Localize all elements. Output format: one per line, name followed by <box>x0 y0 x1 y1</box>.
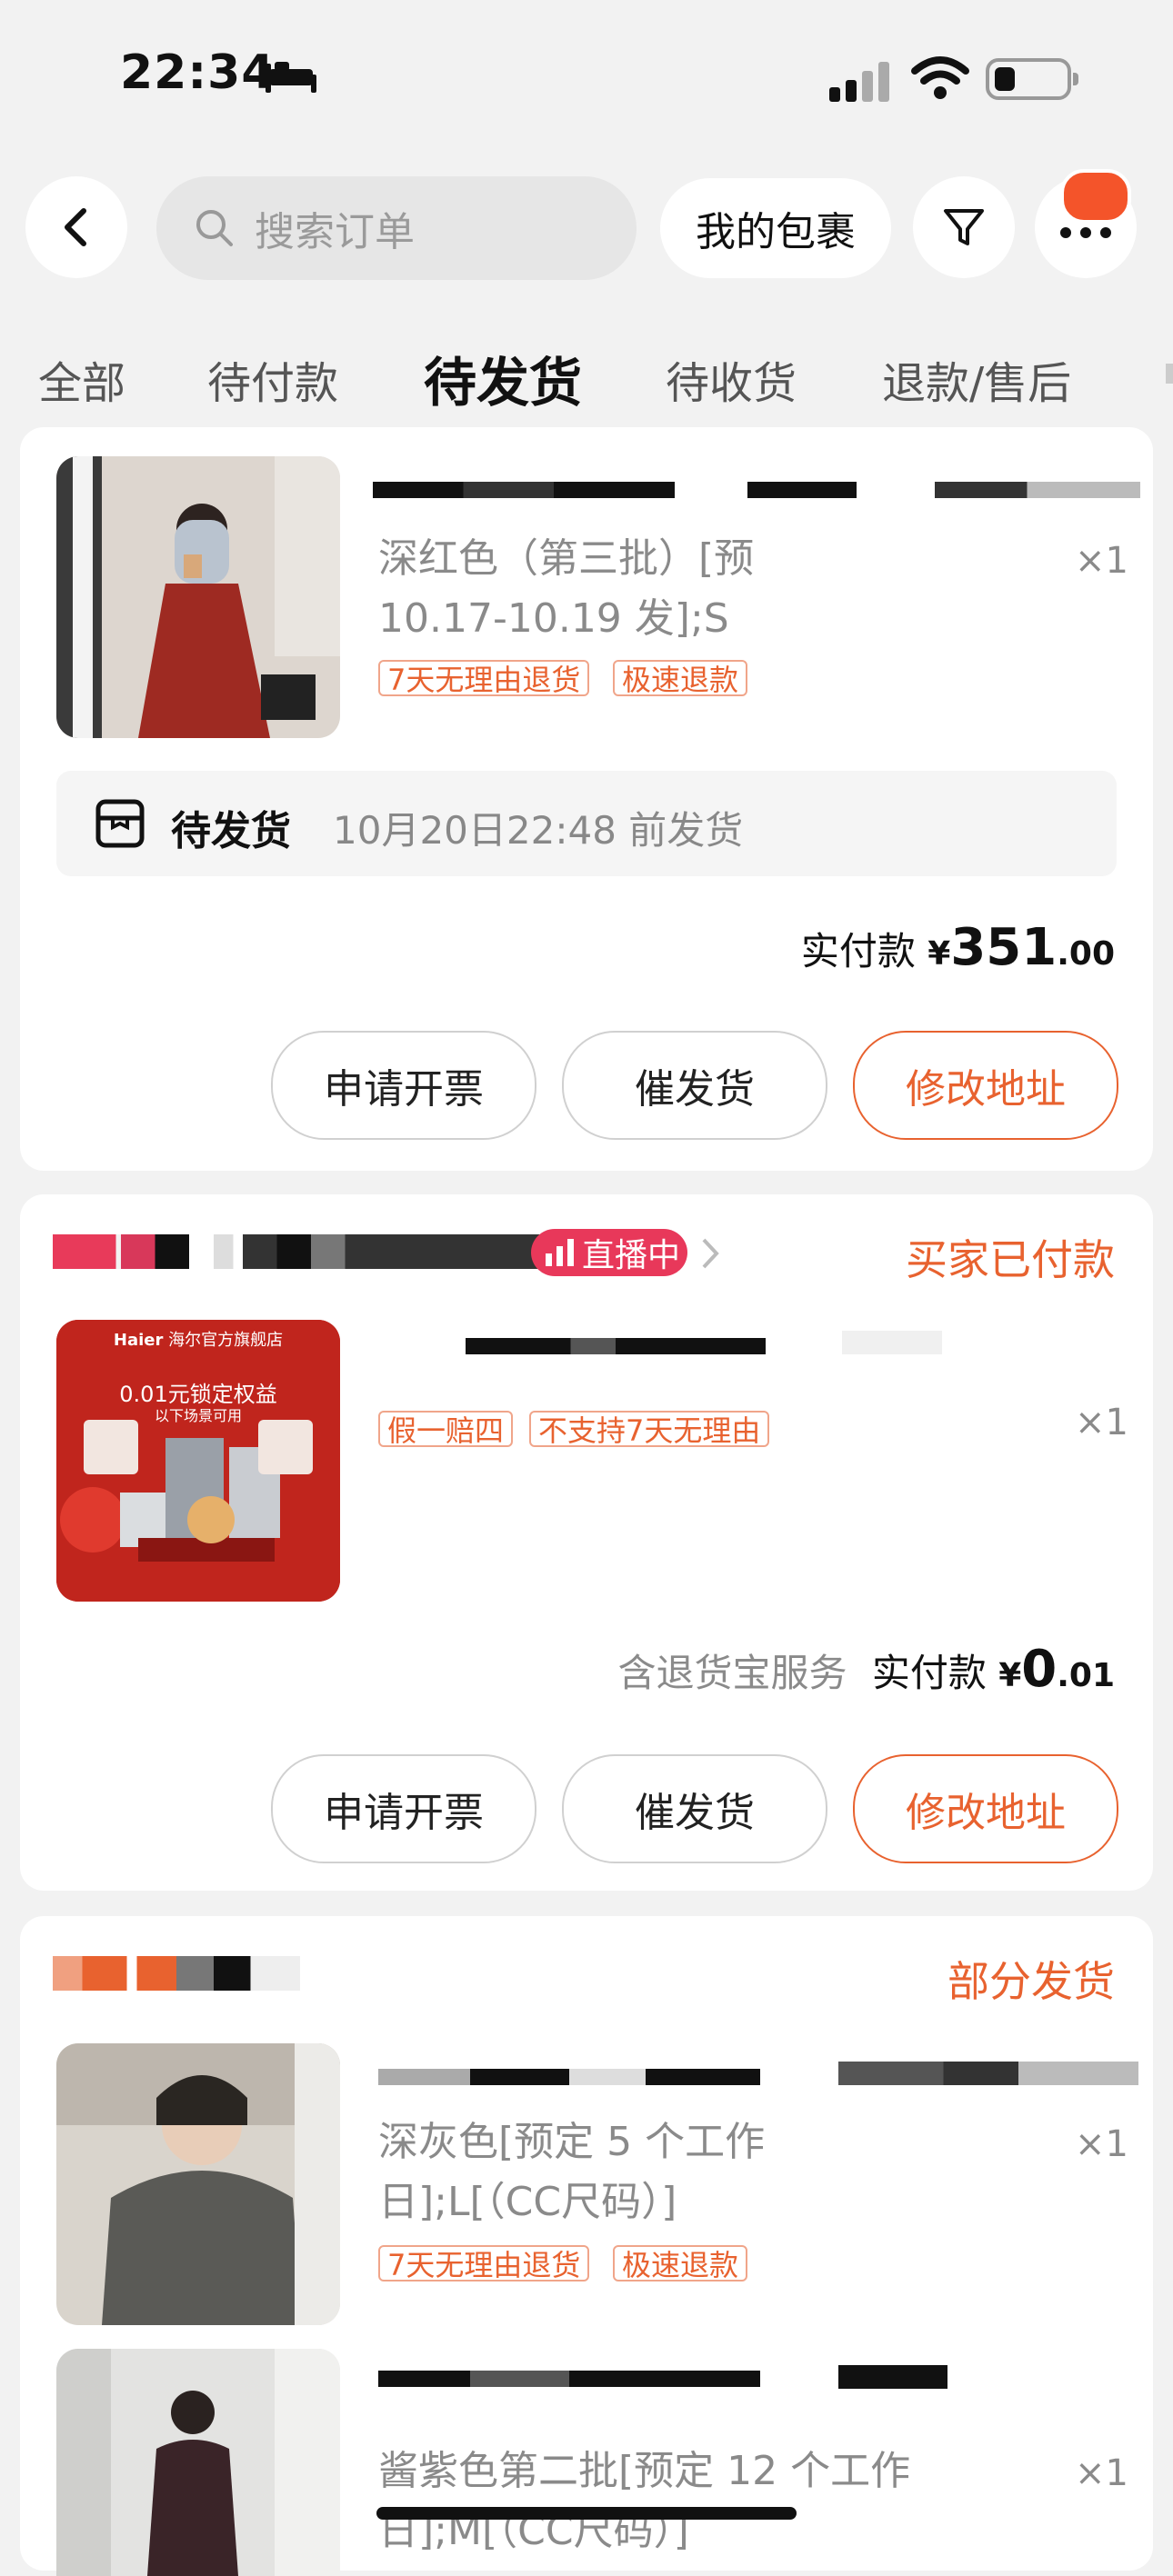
tag-no-7day-return: 不支持7天无理由 <box>529 1411 770 1448</box>
package-box-icon <box>95 799 145 848</box>
chevron-right-icon[interactable] <box>697 1236 724 1271</box>
tag-7day-return: 7天无理由退货 <box>378 2245 590 2282</box>
currency-symbol: ¥ <box>998 1657 1022 1694</box>
search-icon <box>196 210 233 246</box>
live-label: 直播中 <box>582 1237 681 1274</box>
tab-overflow-edge <box>1166 364 1173 384</box>
notification-badge <box>1060 169 1131 224</box>
payment-total: 实付款 ¥351.00 <box>801 918 1115 977</box>
tab-refund-aftersale[interactable]: 退款/售后 <box>882 347 1071 411</box>
redacted-title <box>373 482 675 498</box>
order-status: 部分发货 <box>947 1957 1115 2006</box>
order-card-2: 直播中 买家已付款 Haier 海尔官方旗舰店 0.01元锁定权益 以下场景可用… <box>20 1194 1153 1891</box>
redacted-title <box>935 482 1140 498</box>
redacted-title <box>842 1331 942 1354</box>
variant-line: 10.17-10.19 发];S <box>378 595 729 642</box>
order-card-1: 深红色（第三批）[预 10.17-10.19 发];S ×1 7天无理由退货 极… <box>20 427 1153 1171</box>
search-input[interactable]: 搜索订单 <box>156 176 637 280</box>
product-thumbnail[interactable] <box>56 2349 340 2576</box>
product-thumbnail[interactable] <box>56 456 340 738</box>
pay-label: 实付款 <box>871 1651 987 1695</box>
pay-decimal: .01 <box>1057 1657 1115 1694</box>
payment-total: 含退货宝服务 实付款 ¥0.01 <box>617 1640 1115 1699</box>
product-photo-image <box>56 456 340 738</box>
redacted-title <box>747 482 857 498</box>
filter-icon <box>944 209 984 245</box>
thumb-store-line: Haier 海尔官方旗舰店 <box>56 1327 340 1351</box>
change-address-button[interactable]: 修改地址 <box>853 1031 1118 1140</box>
redacted-title <box>838 2062 1138 2085</box>
more-dots-icon <box>1060 227 1111 238</box>
thumb-sub: 以下场景可用 <box>154 1407 242 1424</box>
tab-all[interactable]: 全部 <box>38 347 125 411</box>
variant-line: 深灰色[预定 5 个工作 <box>378 2119 766 2165</box>
variant-line: 酱紫色第二批[预定 12 个工作 <box>378 2448 911 2494</box>
shipping-info-bar[interactable]: 待发货 10月20日22:48 前发货 <box>56 771 1117 876</box>
redacted-title <box>466 1338 766 1354</box>
urge-shipment-button[interactable]: 催发货 <box>562 1754 827 1863</box>
tab-pending-shipment[interactable]: 待发货 <box>424 340 582 416</box>
live-bars-icon <box>546 1239 574 1266</box>
variant-line: 日];L[（CC尺码）] <box>378 2179 677 2225</box>
redacted-title <box>378 2069 760 2085</box>
tab-pending-receipt[interactable]: 待收货 <box>666 347 797 411</box>
currency-symbol: ¥ <box>927 935 951 973</box>
order-card-3: 部分发货 深灰色[预定 5 个工作 日];L[（CC尺码）] ×1 7天无理由退… <box>20 1916 1153 2576</box>
pay-decimal: .00 <box>1057 935 1115 973</box>
my-packages-button[interactable]: 我的包裹 <box>660 178 891 278</box>
urge-shipment-button[interactable]: 催发货 <box>562 1031 827 1140</box>
ship-status: 待发货 <box>171 808 291 854</box>
quantity: ×1 <box>1075 2452 1128 2494</box>
variant-line: 深红色（第三批）[预 <box>378 535 755 582</box>
battery-icon <box>986 58 1078 100</box>
tag-fast-refund: 极速退款 <box>613 660 748 697</box>
thumb-brand: Haier <box>113 1331 164 1350</box>
quantity: ×1 <box>1075 2123 1128 2165</box>
pay-integer: 351 <box>950 918 1058 977</box>
pay-integer: 0 <box>1021 1640 1058 1699</box>
service-note: 含退货宝服务 <box>617 1651 847 1695</box>
redacted-title <box>838 2365 947 2389</box>
tab-pending-payment[interactable]: 待付款 <box>207 347 338 411</box>
ship-deadline: 10月20日22:48 前发货 <box>333 808 744 853</box>
product-photo-image <box>56 1320 340 1602</box>
pay-label: 实付款 <box>800 929 916 973</box>
order-status: 买家已付款 <box>906 1235 1115 1284</box>
filter-button[interactable] <box>913 176 1015 278</box>
home-indicator[interactable] <box>376 2507 797 2520</box>
quantity: ×1 <box>1075 1402 1128 1443</box>
product-photo-image <box>56 2349 340 2576</box>
request-invoice-button[interactable]: 申请开票 <box>271 1754 536 1863</box>
sleep-focus-icon <box>266 62 316 93</box>
thumb-store: 海尔官方旗舰店 <box>168 1331 284 1350</box>
live-badge[interactable]: 直播中 <box>531 1229 687 1276</box>
change-address-button[interactable]: 修改地址 <box>853 1754 1118 1863</box>
chevron-left-icon <box>65 208 86 246</box>
redacted-title <box>378 2371 760 2387</box>
back-button[interactable] <box>25 176 127 278</box>
tag-fake-compensation: 假一赔四 <box>378 1411 514 1448</box>
wifi-icon <box>911 56 969 99</box>
search-placeholder: 搜索订单 <box>255 209 415 255</box>
redacted-store-name[interactable] <box>53 1234 540 1269</box>
status-time: 22:34 <box>120 45 276 100</box>
tag-fast-refund: 极速退款 <box>613 2245 748 2282</box>
redacted-store-name[interactable] <box>53 1956 300 1991</box>
request-invoice-button[interactable]: 申请开票 <box>271 1031 536 1140</box>
quantity: ×1 <box>1075 540 1128 582</box>
tag-7day-return: 7天无理由退货 <box>378 660 590 697</box>
product-photo-image <box>56 2043 340 2325</box>
product-thumbnail[interactable] <box>56 2043 340 2325</box>
cellular-signal-icon <box>829 62 889 102</box>
product-thumbnail[interactable]: Haier 海尔官方旗舰店 0.01元锁定权益 以下场景可用 <box>56 1320 340 1602</box>
